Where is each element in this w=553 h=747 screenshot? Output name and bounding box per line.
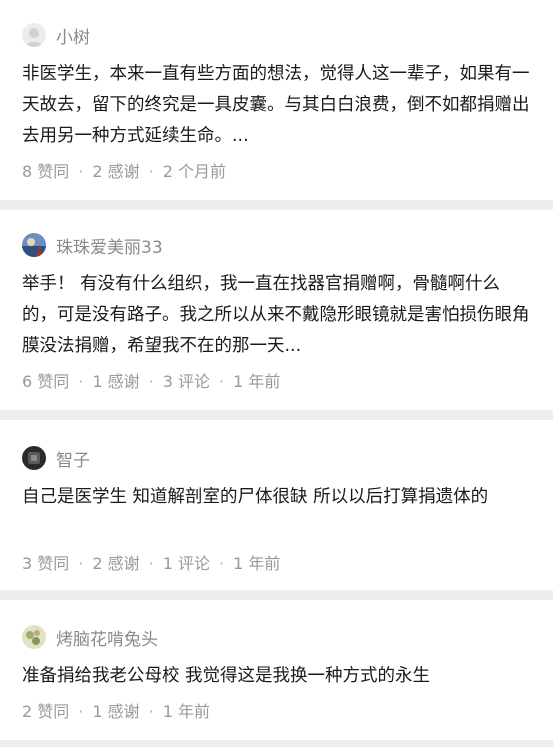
answer-meta: 8 赞同 · 2 感谢 · 2 个月前 — [22, 158, 531, 182]
separator-dot: · — [148, 554, 154, 573]
user-photo-avatar-icon — [22, 625, 46, 649]
author-row: 烤脑花啃兔头 — [22, 619, 531, 655]
answer-excerpt[interactable]: 非医学生，本来一直有些方面的想法，觉得人这一辈子，如果有一天故去，留下的终究是一… — [22, 59, 531, 152]
separator-dot: · — [148, 372, 154, 391]
separator-dot: · — [219, 554, 225, 573]
separator-dot: · — [148, 162, 154, 181]
upvote-count: 8 赞同 — [22, 162, 70, 181]
avatar[interactable] — [22, 625, 46, 649]
comment-count[interactable]: 1 评论 — [163, 554, 210, 573]
user-photo-avatar-icon — [22, 446, 46, 470]
avatar[interactable] — [22, 23, 46, 47]
answer-card[interactable]: 烤脑花啃兔头 准备捐给我老公母校 我觉得这是我换一种方式的永生 2 赞同 · 1 感… — [0, 600, 553, 740]
answer-meta: 6 赞同 · 1 感谢 · 3 评论 · 1 年前 — [22, 368, 531, 392]
separator-dot: · — [148, 702, 154, 721]
author-row: 小树 — [22, 17, 531, 53]
answer-time: 1 年前 — [162, 702, 211, 721]
answer-meta: 3 赞同 · 2 感谢 · 1 评论 · 1 年前 — [22, 550, 531, 574]
thanks-count: 1 感谢 — [92, 702, 140, 721]
answer-card[interactable]: 小树 非医学生，本来一直有些方面的想法，觉得人这一辈子，如果有一天故去，留下的终… — [0, 0, 553, 200]
separator-dot: · — [78, 162, 84, 181]
author-row: 智子 — [22, 440, 531, 476]
user-photo-avatar-icon — [22, 233, 46, 257]
author-row: 珠珠爱美丽33 — [22, 227, 531, 263]
separator-dot: · — [78, 372, 84, 391]
author-name[interactable]: 智子 — [56, 446, 90, 471]
upvote-count: 2 赞同 — [22, 702, 70, 721]
avatar[interactable] — [22, 446, 46, 470]
answer-meta: 2 赞同 · 1 感谢 · 1 年前 — [22, 698, 531, 722]
author-name[interactable]: 烤脑花啃兔头 — [56, 625, 158, 650]
separator-dot: · — [78, 554, 84, 573]
answer-card[interactable]: 智子 自己是医学生 知道解剖室的尸体很缺 所以以后打算捐遗体的 3 赞同 · 2 感… — [0, 420, 553, 590]
answer-excerpt[interactable]: 举手！ 有没有什么组织，我一直在找器官捐赠啊，骨髓啊什么的，可是没有路子。我之所… — [22, 269, 531, 362]
answer-card[interactable]: 珠珠爱美丽33 举手！ 有没有什么组织，我一直在找器官捐赠啊，骨髓啊什么的，可是… — [0, 210, 553, 410]
answer-excerpt[interactable]: 准备捐给我老公母校 我觉得这是我换一种方式的永生 — [22, 661, 531, 692]
upvote-count: 6 赞同 — [22, 372, 70, 391]
separator-dot: · — [219, 372, 225, 391]
answer-excerpt[interactable]: 自己是医学生 知道解剖室的尸体很缺 所以以后打算捐遗体的 — [22, 482, 531, 544]
thanks-count: 2 感谢 — [92, 554, 140, 573]
author-name[interactable]: 珠珠爱美丽33 — [56, 233, 163, 258]
answer-time: 1 年前 — [233, 372, 281, 391]
thanks-count: 1 感谢 — [92, 372, 140, 391]
avatar[interactable] — [22, 233, 46, 257]
answer-time: 2 个月前 — [162, 162, 227, 181]
default-avatar-icon — [22, 23, 46, 47]
upvote-count: 3 赞同 — [22, 554, 70, 573]
separator-dot: · — [78, 702, 84, 721]
answer-time: 1 年前 — [233, 554, 281, 573]
author-name[interactable]: 小树 — [56, 23, 90, 48]
comment-count[interactable]: 3 评论 — [163, 372, 210, 391]
thanks-count: 2 感谢 — [92, 162, 140, 181]
answer-feed: 小树 非医学生，本来一直有些方面的想法，觉得人这一辈子，如果有一天故去，留下的终… — [0, 0, 553, 747]
